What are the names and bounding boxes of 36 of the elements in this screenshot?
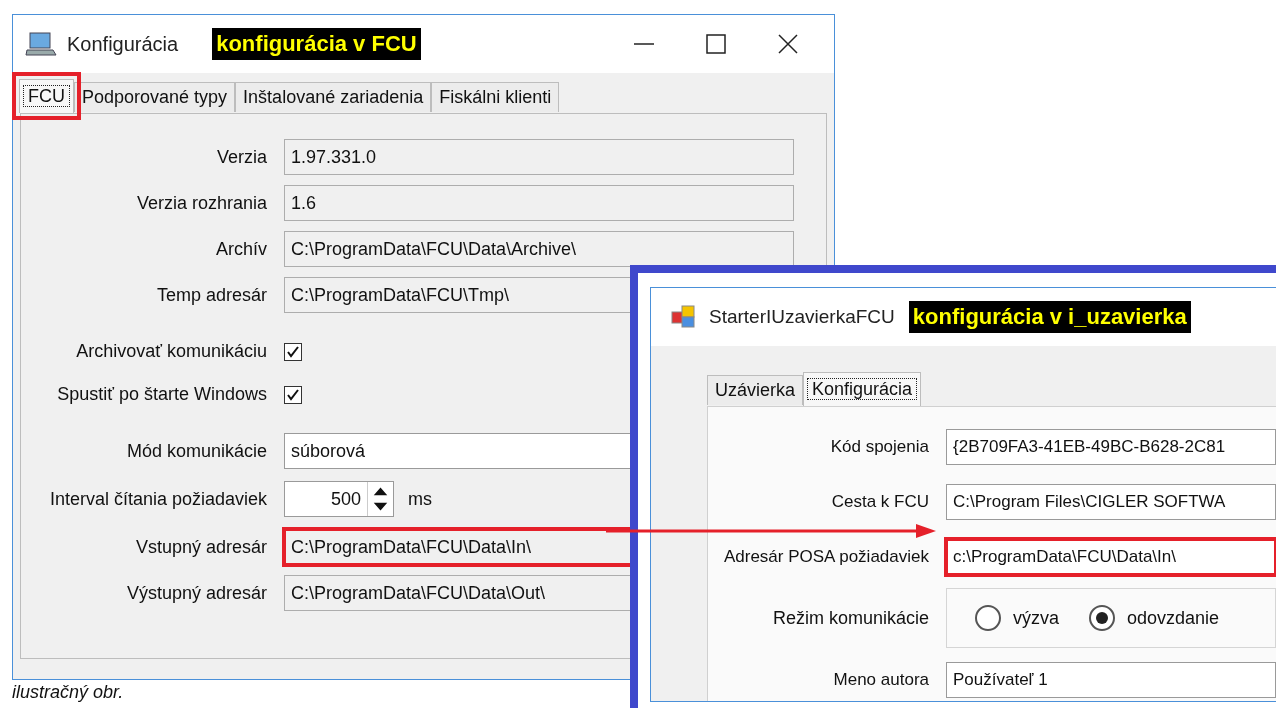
radio-option[interactable]: odovzdanie (1089, 604, 1220, 632)
maximize-icon[interactable] (704, 32, 728, 56)
unit-label: ms (408, 487, 432, 511)
text-field[interactable]: Používateľ 1 (946, 661, 1276, 698)
caption: ilustračný obr. (12, 681, 125, 704)
window-title: Konfigurácia (67, 32, 179, 57)
field-label: Cesta k FCU (830, 490, 930, 513)
close-icon[interactable] (776, 32, 800, 56)
field-label: Verzia (215, 145, 268, 169)
number-spinner[interactable]: 500 (284, 481, 394, 517)
tab[interactable]: Uzávierka (707, 375, 804, 405)
field-label: Spustiť po štarte Windows (56, 383, 268, 406)
field-label: Mód komunikácie (125, 439, 268, 463)
field-label: Archív (215, 237, 268, 261)
computer-icon (25, 30, 57, 58)
checkbox[interactable] (284, 385, 302, 404)
field-label: Archivovať komunikáciu (75, 340, 268, 363)
annotation-label: konfigurácia v i_uzavierka (908, 301, 1191, 333)
field-label: Vstupný adresár (134, 535, 268, 559)
field-label: Temp adresár (155, 283, 268, 307)
tab[interactable]: Inštalované zariadenia (235, 82, 432, 112)
tab[interactable]: Konfigurácia (803, 372, 922, 406)
field-label: Meno autora (832, 668, 930, 691)
app-icon (671, 304, 697, 330)
annotation-label: konfigurácia v FCU (212, 28, 421, 60)
tab[interactable]: Podporované typy (74, 82, 236, 112)
text-field[interactable]: C:\Program Files\CIGLER SOFTWA (946, 483, 1276, 520)
field-label: Verzia rozhrania (135, 191, 268, 215)
checkbox[interactable] (284, 342, 302, 361)
field-label: Kód spojenia (829, 435, 930, 458)
field-label: Výstupný adresár (125, 581, 268, 605)
text-field[interactable]: {2B709FA3-41EB-49BC-B628-2C81 (946, 428, 1276, 465)
tab[interactable]: Fiskálni klienti (431, 82, 560, 112)
text-field[interactable]: c:\ProgramData\FCU\Data\In\ (946, 538, 1276, 575)
radio-option[interactable]: výzva (975, 604, 1059, 632)
field-label: Interval čítania požiadaviek (48, 487, 268, 511)
